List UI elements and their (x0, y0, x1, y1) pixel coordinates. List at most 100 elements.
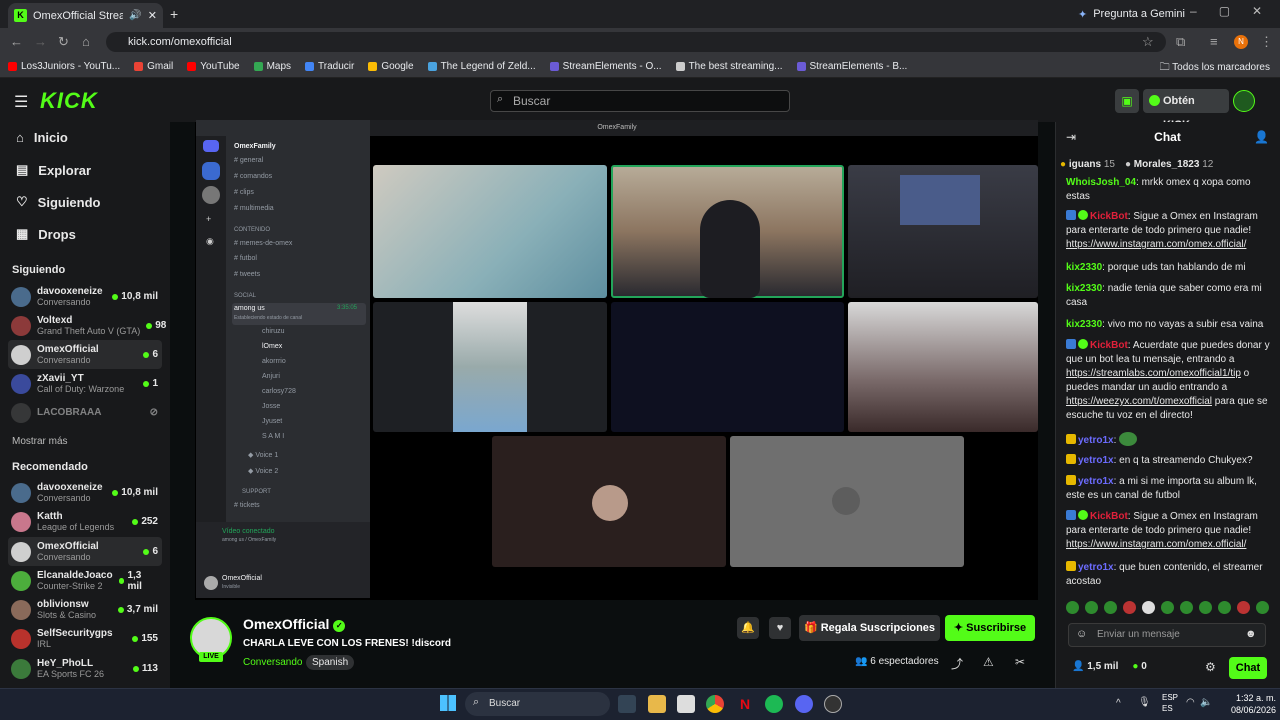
keyboard-language[interactable]: ESP ES (1162, 692, 1178, 714)
nav-drops[interactable]: ▦ Drops (16, 226, 76, 242)
bookmark-item[interactable]: Traducir (305, 61, 354, 72)
minimize-icon[interactable]: – (1190, 4, 1197, 18)
recommended-channel[interactable]: oblivionsw Slots & Casino 3,7 mil (8, 595, 162, 624)
emote-icon[interactable] (1199, 601, 1212, 614)
nav-explorar[interactable]: ▤ Explorar (16, 162, 91, 178)
emote-icon[interactable] (1180, 601, 1193, 614)
emote-icon[interactable] (1085, 601, 1098, 614)
all-bookmarks-button[interactable]: 🗀 Todos los marcadores (1160, 60, 1270, 77)
chrome-icon[interactable] (706, 695, 724, 713)
chat-link[interactable]: https://streamlabs.com/omexofficial1/tip (1066, 368, 1241, 379)
kick-gift-icon[interactable]: ▣ (1115, 89, 1139, 113)
emote-icon[interactable] (1066, 601, 1079, 614)
following-channel[interactable]: zXavii_YT Call of Duty: Warzone 1 (8, 369, 162, 398)
gemini-button[interactable]: ✦ Pregunta a Gemini (1078, 5, 1185, 23)
reload-icon[interactable]: ↻ (58, 34, 69, 50)
emote-icon[interactable] (1218, 601, 1231, 614)
recommended-channel[interactable]: ElcanaldeJoaco Counter-Strike 2 1,3 mil (8, 566, 162, 595)
bookmark-item[interactable]: Gmail (134, 61, 173, 72)
emote-icon[interactable] (1142, 601, 1155, 614)
chat-link[interactable]: https://www.instagram.com/omex.official/ (1066, 239, 1246, 250)
back-icon[interactable]: ← (10, 34, 23, 49)
tray-chevron-icon[interactable]: ^ (1116, 698, 1121, 709)
wifi-icon[interactable]: ◠ (1186, 697, 1195, 708)
home-browser-icon[interactable]: ⌂ (82, 34, 90, 49)
browser-tab[interactable]: K OmexOfficial Stream - Wat 🔊 ✕ (8, 3, 163, 28)
recommended-channel[interactable]: HeY_PhoLL EA Sports FC 26 113 (8, 654, 162, 683)
windows-start-icon[interactable] (440, 695, 456, 711)
forward-icon[interactable]: → (34, 34, 47, 49)
send-chat-button[interactable]: Chat (1229, 657, 1267, 679)
streamer-name[interactable]: OmexOfficial ✓ (243, 616, 346, 632)
share-icon[interactable]: ⤴ (951, 655, 963, 672)
new-tab-icon[interactable]: + (170, 6, 178, 22)
following-channel[interactable]: OmexOfficial Conversando 6 (8, 340, 162, 369)
bookmark-item[interactable]: Google (368, 61, 414, 72)
chat-users-icon[interactable]: 👤 (1254, 130, 1269, 144)
close-tab-icon[interactable]: ✕ (148, 9, 157, 22)
stream-category[interactable]: Conversando (243, 657, 302, 668)
maximize-icon[interactable]: ▢ (1219, 4, 1230, 18)
report-icon[interactable]: ⚠ (983, 655, 994, 669)
recommended-channel[interactable]: OmexOfficial Conversando 6 (8, 537, 162, 566)
nav-inicio[interactable]: ⌂ Inicio (16, 130, 68, 145)
chat-input[interactable]: Enviar un mensaje (1068, 623, 1266, 647)
top-gifter[interactable]: ● Morales_1823 12 (1125, 159, 1213, 170)
spotify-icon[interactable] (765, 695, 783, 713)
emote-menu-icon[interactable]: ☻ (1245, 628, 1257, 640)
microphone-icon[interactable]: 🎙 (1138, 697, 1151, 708)
subscribe-button[interactable]: ✦ Suscribirse (945, 615, 1035, 641)
notification-bell-icon[interactable]: 🔔 (737, 617, 759, 639)
emote-icon[interactable] (1256, 601, 1269, 614)
close-window-icon[interactable]: ✕ (1252, 4, 1262, 18)
recommended-channel[interactable]: Katth League of Legends 252 (8, 507, 162, 536)
chat-settings-icon[interactable]: ⚙ (1205, 660, 1216, 674)
bookmark-item[interactable]: YouTube (187, 61, 240, 72)
volume-icon[interactable]: 🔈 (1200, 697, 1212, 708)
bookmark-item[interactable]: The best streaming... (675, 61, 783, 72)
emote-icon[interactable] (1123, 601, 1136, 614)
taskbar-search[interactable]: Buscar (465, 692, 610, 716)
discord-icon[interactable] (795, 695, 813, 713)
audio-icon[interactable]: 🔊 (129, 10, 141, 21)
nav-siguiendo[interactable]: ♡ Siguiendo (16, 194, 101, 210)
extensions-icon[interactable]: ⧉ (1176, 34, 1185, 50)
bookmark-item[interactable]: StreamElements - O... (549, 61, 662, 72)
recommended-channel[interactable]: SelfSecuritygps IRL 155 (8, 624, 162, 653)
bookmark-item[interactable]: Los3Juniors - YouTu... (8, 61, 120, 72)
user-avatar[interactable] (1233, 90, 1255, 112)
language-tag[interactable]: Spanish (306, 655, 355, 670)
url-field[interactable]: kick.com/omexofficial (106, 32, 1166, 52)
emoji-picker-icon[interactable]: ☺ (1076, 628, 1087, 640)
davinci-icon[interactable] (618, 695, 636, 713)
file-explorer-icon[interactable] (648, 695, 666, 713)
emote-icon[interactable] (1237, 601, 1250, 614)
menu-kebab-icon[interactable]: ⋮ (1260, 34, 1273, 50)
obs-icon[interactable] (824, 695, 842, 713)
bookmark-star-icon[interactable]: ☆ (1142, 34, 1154, 50)
follow-heart-icon[interactable]: ♥ (769, 617, 791, 639)
bookmark-item[interactable]: The Legend of Zeld... (427, 61, 536, 72)
netflix-icon[interactable]: N (736, 695, 754, 713)
store-icon[interactable] (677, 695, 695, 713)
profile-avatar[interactable]: N (1234, 35, 1248, 49)
hamburger-menu-icon[interactable]: ☰ (14, 92, 28, 112)
clip-icon[interactable]: ✂ (1015, 655, 1025, 669)
following-channel-offline[interactable]: LACOBRAAA ⊘ (8, 398, 162, 427)
gift-subs-button[interactable]: 🎁 Regala Suscripciones (799, 615, 940, 641)
top-gifter[interactable]: ● iguans 15 (1060, 159, 1115, 170)
following-channel[interactable]: Voltexd Grand Theft Auto V (GTA) 98 (8, 311, 166, 340)
emote-icon[interactable] (1161, 601, 1174, 614)
recommended-channel[interactable]: davooxeneize Conversando 10,8 mil (8, 478, 162, 507)
kick-logo[interactable]: KICK (40, 88, 98, 114)
chat-link[interactable]: https://www.instagram.com/omex.official/ (1066, 539, 1246, 550)
bookmark-item[interactable]: StreamElements - B... (796, 61, 907, 72)
show-more-link[interactable]: Mostrar más (12, 436, 68, 447)
reading-list-icon[interactable]: ≡ (1210, 34, 1218, 49)
following-channel[interactable]: davooxeneize Conversando 10,8 mil (8, 282, 162, 311)
chat-link[interactable]: https://weezyx.com/t/omexofficial (1066, 396, 1212, 407)
emote-icon[interactable] (1104, 601, 1117, 614)
system-clock[interactable]: 1:32 a. m. 08/06/2026 (1218, 692, 1276, 716)
bookmark-item[interactable]: Maps (253, 61, 291, 72)
search-input[interactable]: Buscar (490, 90, 790, 112)
